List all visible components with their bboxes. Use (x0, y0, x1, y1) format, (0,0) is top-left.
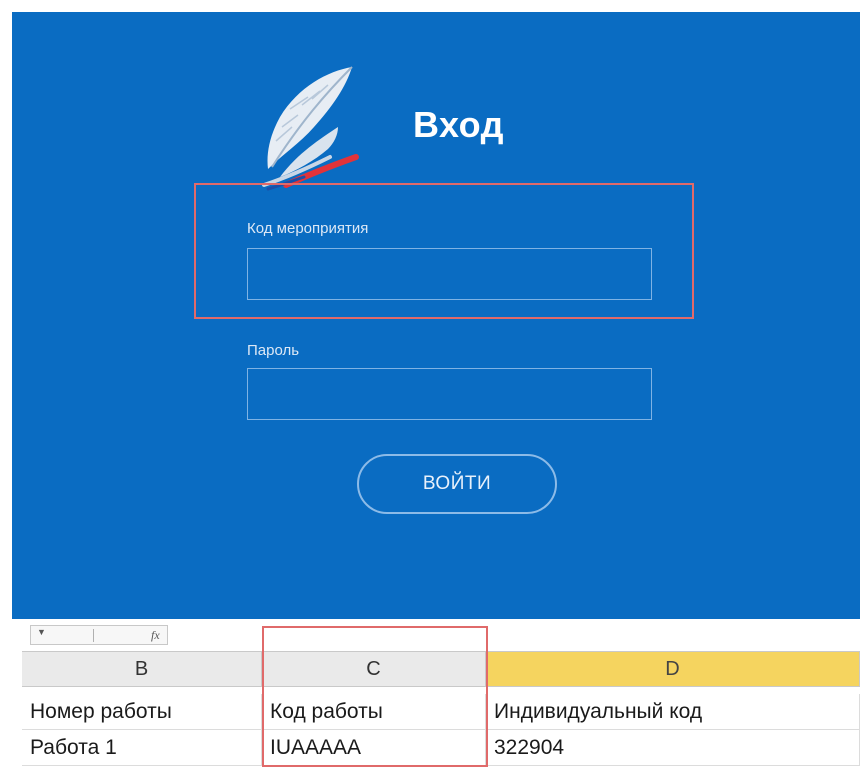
cell-b1[interactable]: Номер работы (22, 694, 262, 730)
formula-divider (93, 629, 94, 642)
password-input[interactable] (247, 368, 652, 420)
column-header-d[interactable]: D (486, 651, 860, 687)
cell-c1[interactable]: Код работы (262, 694, 486, 730)
login-panel: Вход Код мероприятия Пароль ВОЙТИ (12, 12, 860, 619)
name-box[interactable]: ▼ fx (30, 625, 168, 645)
cell-c2[interactable]: IUAAAAA (262, 730, 486, 766)
chevron-down-icon[interactable]: ▼ (37, 627, 46, 637)
password-label: Пароль (247, 342, 300, 359)
cell-b2[interactable]: Работа 1 (22, 730, 262, 766)
formula-bar: ▼ fx (0, 621, 860, 649)
column-header-c[interactable]: C (262, 651, 486, 687)
function-icon[interactable]: fx (151, 628, 160, 643)
login-title: Вход (413, 104, 505, 145)
login-button[interactable]: ВОЙТИ (357, 454, 557, 514)
cell-d2[interactable]: 322904 (486, 730, 860, 766)
quill-logo-icon (262, 66, 359, 191)
event-code-input[interactable] (247, 248, 652, 300)
event-code-label: Код мероприятия (247, 220, 369, 237)
column-header-b[interactable]: B (22, 651, 262, 687)
cell-d1[interactable]: Индивидуальный код (486, 694, 860, 730)
